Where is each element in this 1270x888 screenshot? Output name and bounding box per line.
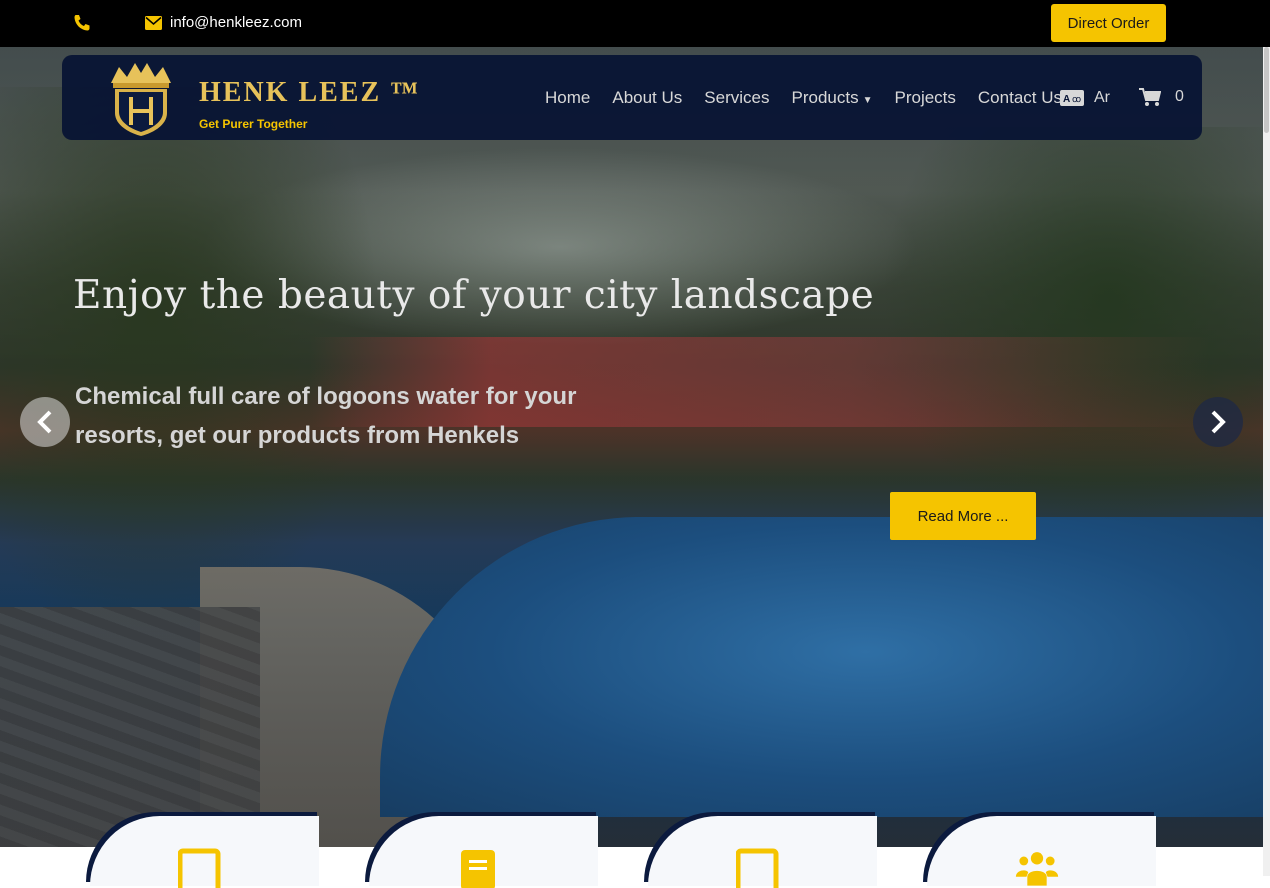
direct-order-button[interactable]: Direct Order	[1051, 4, 1166, 42]
hero-background-image	[380, 517, 1263, 817]
nav-menu: Home About Us Services Products ▼ Project…	[545, 88, 1084, 108]
nav-item-products[interactable]: Products ▼	[791, 88, 872, 108]
nav-item-services[interactable]: Services	[704, 88, 769, 108]
users-icon	[1015, 852, 1059, 886]
read-more-button[interactable]: Read More ...	[890, 492, 1036, 540]
language-switcher[interactable]: A ꚙ Ar	[1060, 89, 1110, 107]
nav-item-projects[interactable]: Projects	[894, 88, 955, 108]
nav-item-products-label: Products	[791, 88, 859, 107]
mobile-icon	[178, 848, 221, 888]
hero-title: Enjoy the beauty of your city landscape	[73, 273, 875, 318]
brand-name[interactable]: HENK LEEZ ™	[199, 77, 420, 109]
tablet-icon	[736, 848, 779, 888]
hero-slider: HENK LEEZ ™ Get Purer Together Home Abou…	[0, 47, 1263, 847]
cart-count: 0	[1175, 88, 1184, 105]
feature-card[interactable]	[644, 812, 877, 888]
caret-down-icon: ▼	[862, 95, 873, 106]
shopping-cart-icon	[1139, 88, 1161, 106]
document-icon	[461, 850, 495, 888]
svg-text:ꚙ: ꚙ	[1072, 94, 1081, 104]
contact-email[interactable]: info@henkleez.com	[170, 14, 302, 31]
carousel-next-button[interactable]	[1193, 397, 1243, 447]
translate-icon: A ꚙ	[1060, 90, 1084, 106]
chevron-right-icon	[1211, 410, 1226, 434]
nav-item-contact-us[interactable]: Contact Us	[978, 88, 1062, 108]
page-scrollbar[interactable]	[1263, 47, 1270, 876]
crown-shield-logo[interactable]	[105, 61, 177, 137]
nav-item-home[interactable]: Home	[545, 88, 590, 108]
feature-card[interactable]	[365, 812, 598, 888]
feature-card[interactable]	[923, 812, 1156, 886]
chevron-left-icon	[37, 410, 52, 434]
feature-card[interactable]	[86, 812, 319, 888]
svg-text:A: A	[1063, 94, 1070, 105]
carousel-prev-button[interactable]	[20, 397, 70, 447]
phone-icon[interactable]	[72, 13, 92, 33]
scrollbar-thumb[interactable]	[1264, 47, 1269, 133]
hero-subtitle: Chemical full care of logoons water for …	[75, 383, 577, 449]
cart-button[interactable]: 0	[1139, 87, 1184, 107]
top-bar: info@henkleez.com Direct Order	[0, 0, 1270, 47]
language-label: Ar	[1094, 89, 1110, 106]
main-navbar: HENK LEEZ ™ Get Purer Together Home Abou…	[62, 55, 1202, 140]
nav-item-about-us[interactable]: About Us	[612, 88, 682, 108]
brand-tagline: Get Purer Together	[199, 117, 308, 131]
envelope-icon	[145, 16, 162, 30]
